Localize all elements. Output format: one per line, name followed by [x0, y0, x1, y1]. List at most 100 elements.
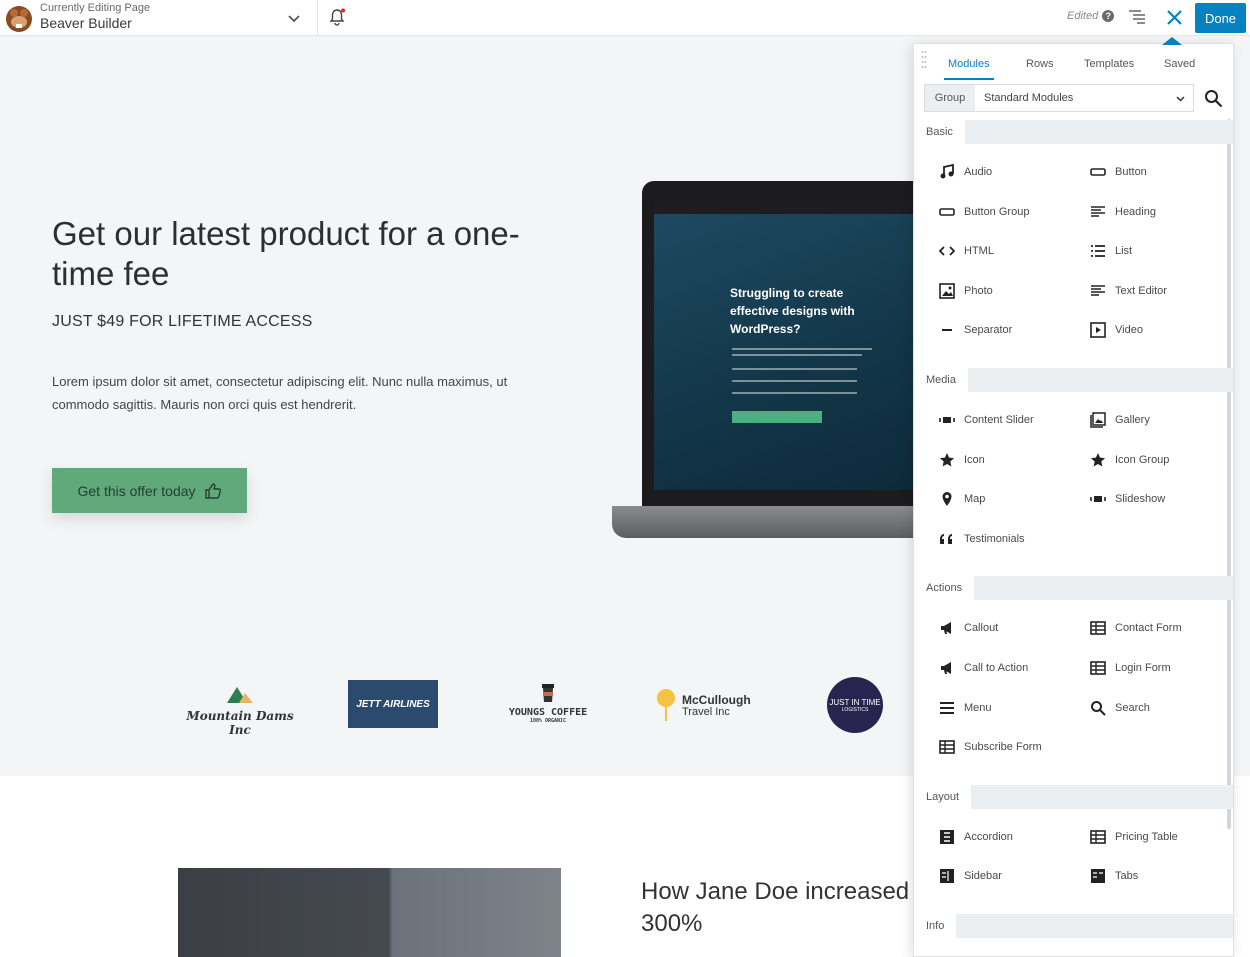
divider [317, 0, 318, 36]
module-label: Slideshow [1115, 493, 1166, 506]
get-offer-button[interactable]: Get this offer today [52, 468, 247, 513]
logo-jett-airlines: JETT AIRLINES [348, 680, 438, 728]
button-icon [1089, 163, 1107, 181]
module-icon-group[interactable]: Icon Group [1089, 450, 1233, 470]
module-label: Content Slider [964, 414, 1034, 426]
table-icon [1089, 828, 1107, 846]
module-video[interactable]: Video [1089, 320, 1233, 340]
logo-mccullough: McCullough Travel Inc [655, 688, 775, 728]
module-map[interactable]: Map [938, 489, 1088, 509]
module-menu[interactable]: Menu [938, 698, 1088, 718]
module-subscribe-form[interactable]: Subscribe Form [938, 737, 1088, 757]
music-icon [938, 163, 956, 181]
module-label: List [1115, 245, 1133, 258]
chevron-down-icon [1176, 96, 1185, 102]
module-call-to-action[interactable]: Call to Action [938, 658, 1088, 678]
module-audio[interactable]: Audio [938, 162, 1088, 182]
outline-icon[interactable] [1128, 9, 1146, 25]
search-icon[interactable] [1204, 89, 1223, 108]
module-html[interactable]: HTML [938, 241, 1088, 261]
module-content-slider[interactable]: Content Slider [938, 410, 1088, 430]
module-label: Subscribe Form [964, 741, 1042, 754]
module-callout[interactable]: Callout [938, 618, 1088, 638]
section-label: Media [914, 368, 969, 392]
module-accordion[interactable]: Accordion [938, 827, 1088, 847]
list-icon [1089, 242, 1107, 260]
client-logos: Mountain Dams Inc JETT AIRLINES YOUNGS C… [185, 677, 905, 740]
tab-rows[interactable]: Rows [1026, 58, 1054, 70]
coffee-cup-icon [542, 684, 554, 702]
done-button[interactable]: Done [1195, 3, 1246, 33]
edit-status-text: Edited [1067, 10, 1099, 22]
logo-mountain-text: Mountain Dams Inc [186, 709, 294, 737]
module-photo[interactable]: Photo [938, 281, 1088, 301]
help-icon[interactable]: ? [1102, 10, 1115, 22]
module-heading[interactable]: Heading [1089, 202, 1233, 222]
code-icon [938, 242, 956, 260]
module-label: Callout [964, 622, 999, 635]
bell-icon[interactable] [327, 7, 347, 27]
module-list[interactable]: List [1089, 241, 1233, 261]
logo-jit-text: JUST IN TIME [829, 697, 881, 707]
laptop-screen [654, 200, 918, 490]
module-contact-form[interactable]: Contact Form [1089, 618, 1233, 638]
logo-youngs-text: YOUNGS COFFEE [508, 707, 588, 718]
page-selector[interactable]: Currently Editing Page Beaver Builder [40, 2, 150, 31]
logo-mccullough-name: McCullough [682, 693, 751, 707]
thumbs-up-icon [204, 482, 221, 499]
quote-icon [938, 530, 956, 548]
module-search[interactable]: Search [1089, 698, 1233, 718]
text-editor-icon [1089, 282, 1107, 300]
logo-just-in-time: JUST IN TIME LOGISTICS [827, 677, 883, 733]
module-text-editor[interactable]: Text Editor [1089, 281, 1233, 301]
balloon-icon [657, 689, 675, 721]
module-button-group[interactable]: Button Group [938, 202, 1088, 222]
module-login-form[interactable]: Login Form [1089, 658, 1233, 678]
tab-saved[interactable]: Saved [1164, 58, 1195, 70]
module-label: Text Editor [1115, 284, 1167, 297]
module-tabs[interactable]: Tabs [1089, 866, 1233, 886]
laptop-bullet [732, 368, 857, 370]
module-label: Heading [1115, 205, 1156, 218]
hero-paragraph: Lorem ipsum dolor sit amet, consectetur … [52, 374, 508, 412]
case-study-heading: How Jane Doe increased 300% [641, 878, 910, 937]
tab-templates[interactable]: Templates [1084, 58, 1134, 70]
module-gallery[interactable]: Gallery [1089, 410, 1233, 430]
tab-modules[interactable]: Modules [948, 58, 990, 70]
chevron-down-icon[interactable] [286, 10, 302, 26]
close-icon[interactable] [1165, 8, 1184, 27]
page-name: Beaver Builder [40, 15, 132, 31]
menu-icon [938, 699, 956, 717]
section-header-media: Media [914, 368, 1233, 392]
module-label: Pricing Table [1115, 830, 1178, 843]
group-select[interactable]: Standard Modules [975, 85, 1193, 111]
module-slideshow[interactable]: Slideshow [1089, 489, 1233, 509]
laptop-base [612, 506, 918, 538]
map-pin-icon [938, 490, 956, 508]
module-separator[interactable]: Separator [938, 320, 1088, 340]
group-selector[interactable]: Group Standard Modules [924, 84, 1194, 112]
module-label: Call to Action [964, 662, 1029, 674]
module-button[interactable]: Button [1089, 162, 1233, 182]
section-header-basic: Basic [914, 120, 1233, 144]
edit-status: Edited? [1067, 10, 1115, 22]
module-sidebar[interactable]: Sidebar [938, 866, 1088, 886]
module-pricing-table[interactable]: Pricing Table [1089, 827, 1233, 847]
editing-label: Currently Editing Page [40, 2, 151, 14]
logo-mountain-dams: Mountain Dams Inc [185, 684, 295, 737]
separator-icon [938, 321, 956, 339]
module-label: Search [1115, 701, 1150, 714]
module-testimonials[interactable]: Testimonials [938, 529, 1088, 549]
module-label: Map [964, 493, 986, 506]
module-icon[interactable]: Icon [938, 450, 1088, 470]
panel-caret [1162, 37, 1182, 45]
section-header-actions: Actions [914, 576, 1233, 601]
panel-scrollbar[interactable] [1227, 119, 1231, 829]
beaver-logo-icon[interactable] [4, 3, 34, 33]
logo-youngs-tagline: 100% ORGANIC [529, 718, 567, 724]
mountain-icon [227, 687, 253, 703]
module-label: Video [1115, 324, 1143, 337]
module-label: Testimonials [964, 532, 1025, 545]
search-icon [1089, 699, 1107, 717]
module-label: Button [1115, 166, 1147, 178]
